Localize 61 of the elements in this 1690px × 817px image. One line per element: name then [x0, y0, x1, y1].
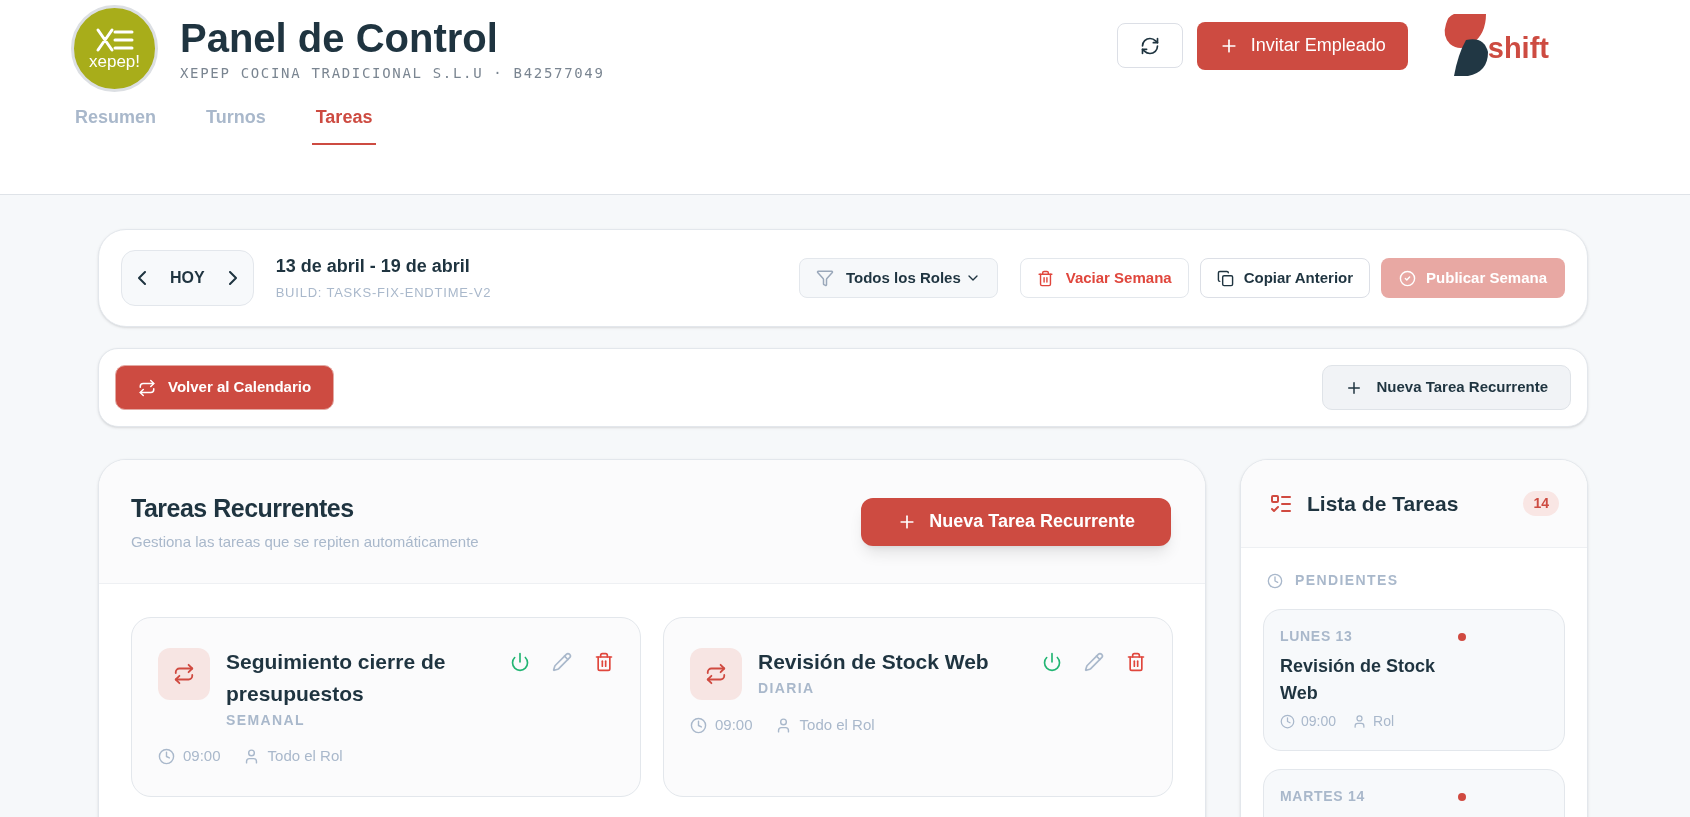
- section-title: Tareas Recurrentes: [131, 492, 355, 524]
- task-list-item[interactable]: LUNES 13 Revisión de Stock Web 09:00 Rol: [1263, 609, 1565, 751]
- back-to-calendar-button[interactable]: Volver al Calendario: [115, 365, 335, 410]
- fork-icon: [94, 27, 135, 53]
- clock-icon: [690, 716, 707, 734]
- new-recurring-task-button[interactable]: Nueva Tarea Recurrente: [1321, 365, 1571, 410]
- task-title: Seguimiento cierre de presupuestos: [226, 649, 447, 707]
- power-toggle-button[interactable]: [510, 652, 530, 672]
- section-subtitle: Gestiona las tareas que se repiten automáticamente: [131, 532, 479, 552]
- power-icon: [1042, 652, 1062, 672]
- section-label: PENDIENTES: [1295, 571, 1399, 590]
- build-label: BUILD: TASKS-FIX-ENDTIME-V2: [275, 284, 492, 303]
- logo-text: xepep!: [88, 53, 140, 70]
- frequency-label: DIARIA: [758, 679, 816, 698]
- task-time: 09:00: [715, 715, 753, 735]
- delete-button[interactable]: [594, 652, 614, 672]
- user-icon: [1352, 714, 1368, 729]
- edit-icon: [552, 652, 572, 672]
- repeat-icon: [138, 378, 156, 397]
- task-title: Revisión de Stock Web: [1280, 655, 1437, 705]
- chevron-left-icon: [138, 271, 146, 285]
- copy-icon: [1216, 269, 1234, 287]
- clock-icon: [158, 747, 175, 765]
- clear-week-button[interactable]: Vaciar Semana: [1019, 258, 1189, 298]
- filter-icon: [816, 269, 834, 287]
- task-list-title: Lista de Tareas: [1307, 490, 1459, 517]
- power-toggle-button[interactable]: [1042, 652, 1062, 672]
- clock-icon: [1280, 714, 1295, 729]
- edit-icon: [1084, 652, 1104, 672]
- refresh-button[interactable]: [1116, 23, 1183, 68]
- week-range: 13 de abril - 19 de abril: [275, 255, 471, 279]
- task-day: LUNES 13: [1280, 626, 1353, 647]
- trash-icon: [1126, 652, 1146, 672]
- check-circle-icon: [1399, 269, 1417, 287]
- trash-icon: [594, 652, 614, 672]
- page-title: Panel de Control: [180, 15, 499, 62]
- task-day: MARTES 14: [1280, 786, 1365, 807]
- clock-icon: [1267, 572, 1283, 589]
- trash-icon: [1036, 269, 1054, 287]
- today-button[interactable]: HOY: [164, 266, 211, 290]
- power-icon: [510, 652, 530, 672]
- copy-previous-button[interactable]: Copiar Anterior: [1199, 258, 1371, 298]
- company-subtitle: XEPEP COCINA TRADICIONAL S.L.U · B42577049: [180, 64, 605, 83]
- repeat-icon: [690, 648, 742, 700]
- repeat-icon: [158, 648, 210, 700]
- task-role: Rol: [1373, 712, 1395, 731]
- new-recurring-task-button[interactable]: Nueva Tarea Recurrente: [861, 497, 1171, 546]
- delete-button[interactable]: [1126, 652, 1146, 672]
- task-assignee: Todo el Rol: [267, 746, 343, 766]
- role-filter-dropdown[interactable]: Todos los Roles: [799, 258, 998, 298]
- task-time: 09:00: [183, 746, 221, 766]
- chevron-right-icon: [228, 271, 237, 285]
- task-time: 09:00: [1301, 712, 1337, 731]
- task-assignee: Todo el Rol: [799, 715, 875, 735]
- brand-name: shift: [1487, 34, 1549, 63]
- task-count-badge: 14: [1523, 491, 1559, 516]
- invite-employee-button[interactable]: Invitar Empleado: [1196, 21, 1408, 70]
- task-title: Revisión de Stock Web: [758, 649, 990, 675]
- refresh-icon: [1139, 35, 1160, 56]
- nav-tab[interactable]: Tareas: [311, 104, 377, 145]
- frequency-label: SEMANAL: [226, 711, 307, 730]
